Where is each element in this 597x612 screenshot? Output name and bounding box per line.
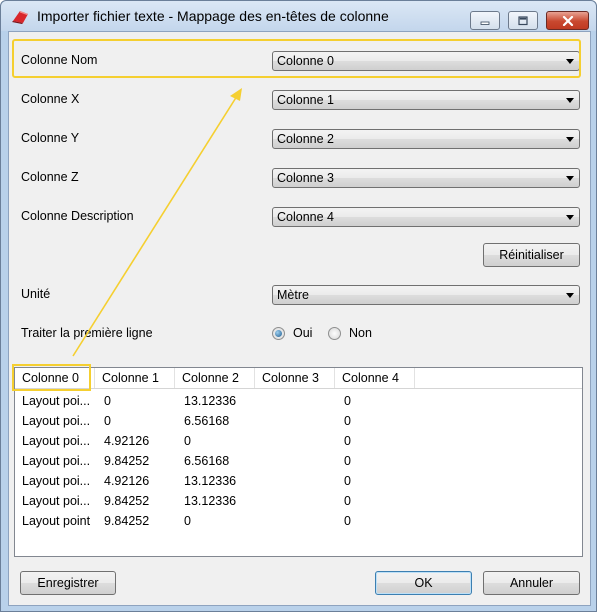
table-cell: 0	[344, 454, 351, 468]
minimize-icon	[480, 21, 490, 25]
table-cell: Layout poi...	[22, 414, 91, 428]
table-cell: 4.92126	[104, 434, 150, 448]
dropdown-value: Colonne 0	[277, 54, 334, 68]
table-cell: 4.92126	[104, 474, 150, 488]
column-header-0[interactable]: Colonne 0	[15, 368, 95, 388]
maximize-button[interactable]	[508, 11, 538, 30]
table-cell: 0	[344, 514, 351, 528]
chevron-down-icon	[566, 176, 574, 181]
unit-label: Unité	[21, 287, 51, 301]
table-cell: 0	[344, 434, 351, 448]
close-button[interactable]	[546, 11, 589, 30]
cancel-button[interactable]: Annuler	[483, 571, 580, 595]
ok-button[interactable]: OK	[375, 571, 472, 595]
mapping-label-z: Colonne Z	[21, 170, 79, 184]
table-cell: Layout point	[22, 514, 91, 528]
mapping-label-x: Colonne X	[21, 92, 80, 106]
table-row[interactable]: Layout poi... 4.92126 13.12336 0	[15, 471, 582, 491]
table-cell: Layout poi...	[22, 474, 91, 488]
column-header-2[interactable]: Colonne 2	[175, 368, 255, 388]
column-header-3[interactable]: Colonne 3	[255, 368, 335, 388]
column-header-1[interactable]: Colonne 1	[95, 368, 175, 388]
table-row[interactable]: Layout poi... 0 13.12336 0	[15, 391, 582, 411]
save-button[interactable]: Enregistrer	[20, 571, 116, 595]
table-cell: 0	[344, 474, 351, 488]
dropdown-value: Colonne 1	[277, 93, 334, 107]
table-cell: Layout poi...	[22, 434, 91, 448]
reset-button[interactable]: Réinitialiser	[483, 243, 580, 267]
table-cell: 13.12336	[184, 474, 237, 488]
table-row[interactable]: Layout poi... 4.92126 0 0	[15, 431, 582, 451]
chevron-down-icon	[566, 137, 574, 142]
mapping-label-name: Colonne Nom	[21, 53, 98, 67]
app-icon	[12, 11, 28, 24]
column-z-dropdown[interactable]: Colonne 3	[272, 168, 580, 188]
first-line-no-radio[interactable]	[328, 327, 341, 340]
table-cell: 9.84252	[104, 494, 150, 508]
table-cell: 6.56168	[184, 414, 230, 428]
column-name-dropdown[interactable]: Colonne 0	[272, 51, 580, 71]
dropdown-value: Colonne 4	[277, 210, 334, 224]
mapping-label-y: Colonne Y	[21, 131, 80, 145]
unit-dropdown[interactable]: Mètre	[272, 285, 580, 305]
preview-table[interactable]: Colonne 0 Colonne 1 Colonne 2 Colonne 3 …	[14, 367, 583, 557]
table-cell: 9.84252	[104, 514, 150, 528]
maximize-icon	[518, 15, 528, 25]
table-cell: 9.84252	[104, 454, 150, 468]
column-header-4[interactable]: Colonne 4	[335, 368, 415, 388]
preview-table-header: Colonne 0 Colonne 1 Colonne 2 Colonne 3 …	[15, 368, 582, 389]
table-row[interactable]: Layout poi... 0 6.56168 0	[15, 411, 582, 431]
chevron-down-icon	[566, 293, 574, 298]
table-cell: 0	[344, 414, 351, 428]
close-icon	[562, 15, 573, 26]
table-cell: 0	[184, 434, 191, 448]
import-dialog-window: Importer fichier texte - Mappage des en-…	[0, 0, 597, 612]
table-cell: 0	[104, 414, 111, 428]
dropdown-value: Mètre	[277, 288, 309, 302]
table-cell: 0	[344, 494, 351, 508]
table-cell: Layout poi...	[22, 454, 91, 468]
table-cell: 13.12336	[184, 494, 237, 508]
column-y-dropdown[interactable]: Colonne 2	[272, 129, 580, 149]
first-line-yes-radio[interactable]	[272, 327, 285, 340]
minimize-button[interactable]	[470, 11, 500, 30]
mapping-label-description: Colonne Description	[21, 209, 134, 223]
table-cell: 0	[104, 394, 111, 408]
table-cell: Layout poi...	[22, 394, 91, 408]
table-cell: 0	[344, 394, 351, 408]
title-bar[interactable]: Importer fichier texte - Mappage des en-…	[1, 1, 596, 31]
column-description-dropdown[interactable]: Colonne 4	[272, 207, 580, 227]
chevron-down-icon	[566, 98, 574, 103]
chevron-down-icon	[566, 215, 574, 220]
table-cell: Layout poi...	[22, 494, 91, 508]
table-cell: 13.12336	[184, 394, 237, 408]
window-title: Importer fichier texte - Mappage des en-…	[37, 8, 389, 24]
table-row[interactable]: Layout point 9.84252 0 0	[15, 511, 582, 531]
first-line-label: Traiter la première ligne	[21, 326, 153, 340]
dropdown-value: Colonne 2	[277, 132, 334, 146]
column-x-dropdown[interactable]: Colonne 1	[272, 90, 580, 110]
dropdown-value: Colonne 3	[277, 171, 334, 185]
first-line-no-label[interactable]: Non	[349, 326, 372, 340]
chevron-down-icon	[566, 59, 574, 64]
table-cell: 6.56168	[184, 454, 230, 468]
dialog-body: Colonne Nom Colonne 0 Colonne X Colonne …	[8, 31, 591, 606]
radio-selected-dot	[275, 330, 282, 337]
table-cell: 0	[184, 514, 191, 528]
first-line-yes-label[interactable]: Oui	[293, 326, 312, 340]
table-row[interactable]: Layout poi... 9.84252 13.12336 0	[15, 491, 582, 511]
table-row[interactable]: Layout poi... 9.84252 6.56168 0	[15, 451, 582, 471]
